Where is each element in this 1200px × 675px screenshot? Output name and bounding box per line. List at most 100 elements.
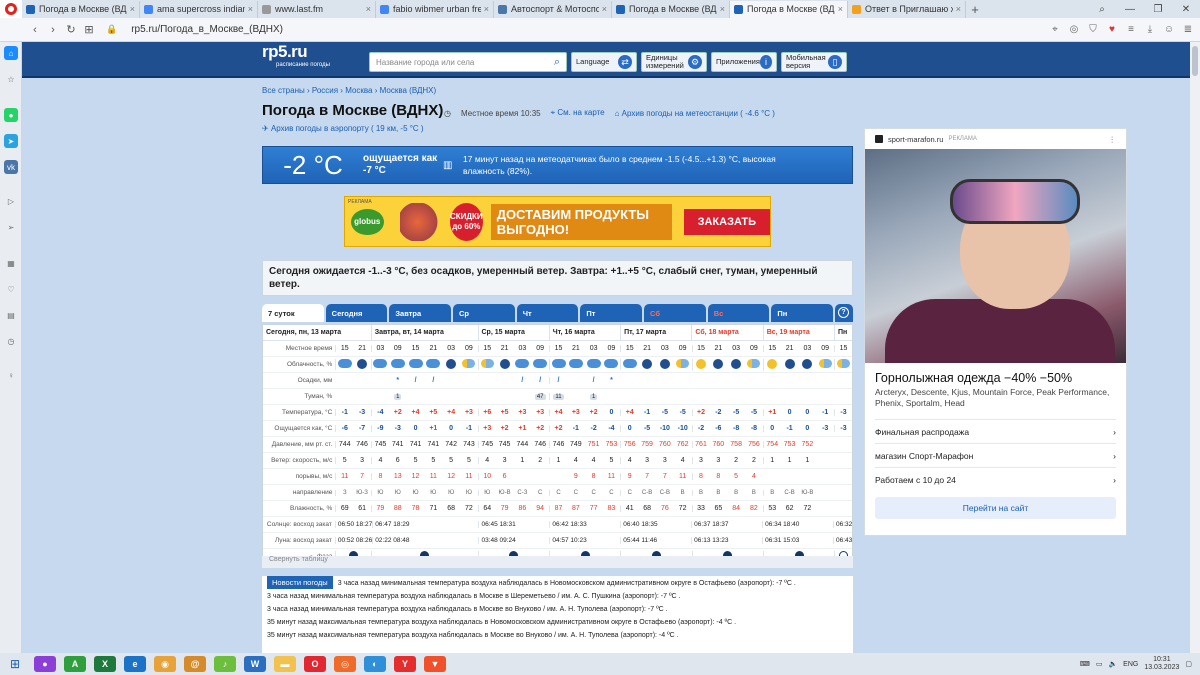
network-icon[interactable]: ▭ — [1096, 660, 1103, 668]
opera-menu-icon[interactable] — [0, 0, 22, 18]
close-tab-icon[interactable]: × — [602, 4, 607, 14]
browser-tab[interactable]: fabio wibmer urban freeride× — [376, 0, 494, 18]
whatsapp-icon[interactable]: ● — [4, 108, 18, 122]
site-logo[interactable]: rp5.ru расписание погоды — [262, 42, 330, 68]
forecast-tab[interactable]: Завтра — [389, 304, 452, 322]
search-icon[interactable]: ⌕ — [548, 56, 566, 69]
brave-icon[interactable]: ▼ — [424, 656, 446, 672]
browser-tab[interactable]: Автоспорт & Мотоспорт× — [494, 0, 612, 18]
yandex-browser-icon[interactable]: Y — [394, 656, 416, 672]
units-button[interactable]: Единицы измерений ⚙ — [641, 52, 707, 72]
clock-icon[interactable]: ◷ — [4, 334, 18, 348]
close-tab-icon[interactable]: × — [130, 4, 135, 14]
browser-tab[interactable]: www.last.fm × — [258, 0, 376, 18]
word-icon[interactable]: W — [244, 656, 266, 672]
sport-marafon-ad[interactable]: sport-marafon.ru РЕКЛАМА ⋮ Горнолыжная о… — [864, 128, 1127, 536]
globus-ad-banner[interactable]: РЕКЛАМА globus СКИДКИ до 60% ДОСТАВИМ ПР… — [344, 196, 771, 247]
telegram-icon[interactable]: ➤ — [4, 134, 18, 148]
send-icon[interactable]: ➢ — [4, 220, 18, 234]
vpn-icon[interactable]: ⛉ — [1087, 24, 1099, 35]
close-tab-icon[interactable]: × — [484, 4, 489, 14]
volume-icon[interactable]: 🔈 — [1108, 660, 1117, 668]
browser-tab[interactable]: Погода в Москве (ВДН) × — [730, 0, 848, 18]
keyboard-icon[interactable]: ⌨ — [1080, 660, 1090, 668]
mail-icon[interactable]: @ — [184, 656, 206, 672]
back-icon[interactable]: ‹ — [26, 24, 44, 36]
bulb-icon[interactable]: ♀ — [4, 368, 18, 382]
map-link[interactable]: ⌖ См. на карте — [551, 108, 605, 118]
browser-tab[interactable]: Погода в Москве (ВДН) × — [612, 0, 730, 18]
help-icon[interactable]: ? — [835, 304, 854, 322]
forecast-tab[interactable]: Чт — [516, 304, 579, 322]
more-options-icon[interactable]: ⋮ — [1109, 135, 1117, 144]
language-button[interactable]: Language ⇄ — [571, 52, 637, 72]
news-label[interactable]: Новости погоды — [267, 576, 333, 589]
airport-archive-link[interactable]: ✈ Архив погоды в аэропорту ( 19 км, -5 °… — [262, 124, 424, 133]
forecast-tab[interactable]: 7 суток — [262, 304, 324, 322]
download-icon[interactable]: ⤓ — [1144, 24, 1156, 35]
close-tab-icon[interactable]: × — [248, 4, 253, 14]
windows-start-icon[interactable]: ⊞ — [0, 657, 30, 671]
reload-icon[interactable]: ↻ — [62, 23, 80, 36]
menu-icon[interactable]: ≡ — [1125, 24, 1137, 35]
forecast-tab[interactable]: Сегодня — [325, 304, 388, 322]
ad-link-item[interactable]: Финальная распродажа › — [875, 419, 1116, 443]
language-indicator[interactable]: ENG — [1123, 661, 1138, 668]
bookmarks-icon[interactable]: ☆ — [4, 72, 18, 86]
ad-link-item[interactable]: магазин Спорт-Марафон › — [875, 443, 1116, 467]
close-tab-icon[interactable]: × — [366, 4, 371, 14]
edge-icon[interactable]: e — [124, 656, 146, 672]
minimize-button[interactable]: — — [1116, 4, 1144, 15]
apps-icon[interactable]: ▦ — [4, 256, 18, 270]
alice-icon[interactable]: ● — [34, 656, 56, 672]
close-tab-icon[interactable]: × — [720, 4, 725, 14]
city-search-input[interactable]: Название города или села ⌕ — [369, 52, 567, 72]
forecast-tab[interactable]: Сб — [644, 304, 706, 322]
forecast-tab[interactable]: Ср — [453, 304, 515, 322]
opera-taskbar-icon[interactable]: O — [304, 656, 326, 672]
ad-link-item[interactable]: Работаем с 10 до 24 › — [875, 467, 1116, 491]
basketball-icon[interactable]: ◎ — [334, 656, 356, 672]
player-icon[interactable]: ▷ — [4, 194, 18, 208]
search-tabs-icon[interactable]: ⌕ — [1088, 4, 1116, 15]
mobile-version-button[interactable]: Мобильная версия ▯ — [781, 52, 847, 72]
edge-new-icon[interactable]: ◐ — [364, 656, 386, 672]
ad-headline[interactable]: Горнолыжная одежда −40% −50% — [865, 363, 1126, 387]
camera-icon[interactable]: ⌖ — [1049, 24, 1061, 35]
collapse-table-link[interactable]: Свернуть таблицу — [262, 556, 853, 568]
page-scrollbar[interactable] — [1190, 42, 1200, 653]
apps-button[interactable]: Приложения i — [711, 52, 777, 72]
maximize-button[interactable]: ❐ — [1144, 4, 1172, 15]
snapshot-icon[interactable]: ◎ — [1068, 24, 1080, 35]
music-icon[interactable]: ♪ — [214, 656, 236, 672]
forecast-tab[interactable]: Пн — [771, 304, 834, 322]
station-archive-link[interactable]: ⌂ Архив погоды на метеостанции ( -4.6 °C… — [615, 109, 775, 118]
forward-icon[interactable]: › — [44, 24, 62, 36]
forecast-tab[interactable]: Вс — [707, 304, 770, 322]
heart-icon[interactable]: ♥ — [1106, 24, 1118, 35]
new-tab-button[interactable]: + — [966, 2, 984, 17]
excel-icon[interactable]: X — [94, 656, 116, 672]
vk-icon[interactable]: vk — [4, 160, 18, 174]
breadcrumb[interactable]: Все страны › Россия › Москва › Москва (В… — [262, 86, 436, 95]
close-tab-icon[interactable]: × — [956, 4, 961, 14]
chrome-icon[interactable]: ◉ — [154, 656, 176, 672]
home-icon[interactable]: ⌂ — [4, 46, 18, 60]
order-button[interactable]: ЗАКАЗАТЬ — [683, 208, 770, 235]
history-icon[interactable]: ▤ — [4, 308, 18, 322]
skier-photo[interactable] — [865, 149, 1126, 363]
close-window-button[interactable]: ✕ — [1172, 4, 1200, 15]
easy-setup-icon[interactable]: ≣ — [1182, 24, 1194, 35]
tabs-grid-icon[interactable]: ⊞ — [80, 23, 98, 36]
browser-tab[interactable]: Погода в Москве (ВДН) × — [22, 0, 140, 18]
visit-site-button[interactable]: Перейти на сайт — [875, 497, 1116, 519]
clock[interactable]: 10:31 13.03.2023 — [1144, 656, 1179, 672]
url-field[interactable]: rp5.ru/Погода_в_Москве_(ВДНХ) — [131, 24, 283, 35]
browser-tab[interactable]: ama supercross indianapol× — [140, 0, 258, 18]
close-tab-icon[interactable]: × — [838, 4, 843, 14]
android-studio-icon[interactable]: A — [64, 656, 86, 672]
forecast-tab[interactable]: Пт — [580, 304, 643, 322]
notifications-icon[interactable]: ▢ — [1185, 660, 1192, 668]
lock-icon[interactable]: 🔒 — [106, 24, 117, 35]
folder-icon[interactable]: ▬ — [274, 656, 296, 672]
